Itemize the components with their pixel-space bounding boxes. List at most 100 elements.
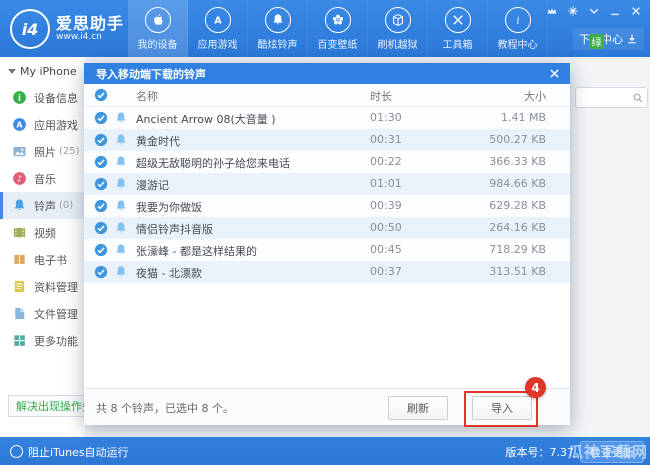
sidebar-item[interactable]: ♪ 音乐: [0, 165, 85, 192]
topbar: i4 爱思助手 www.i4.cn 我的设备 A 应用游戏: [0, 0, 650, 57]
info-icon: i: [505, 7, 531, 33]
chevron-down-icon[interactable]: [588, 5, 600, 17]
sidebar-item[interactable]: 资料管理: [0, 273, 85, 300]
row-checkbox[interactable]: [94, 111, 108, 125]
sidebar-item[interactable]: A 应用游戏: [0, 111, 85, 138]
sidebar-item[interactable]: 电子书: [0, 246, 85, 273]
ringtone-size: 718.29 KB: [489, 243, 546, 256]
sidebar-item-label: 照片: [34, 144, 56, 160]
app-logo: i4 爱思助手 www.i4.cn: [10, 9, 124, 49]
table-row[interactable]: 漫游记 01:01 984.66 KB: [84, 173, 570, 195]
row-checkbox[interactable]: [94, 177, 108, 191]
refresh-button[interactable]: 刷新: [388, 396, 448, 420]
table-row[interactable]: Ancient Arrow 08(大音量 ) 01:30 1.41 MB: [84, 107, 570, 129]
table-row[interactable]: 张濠峰 - 都是这样结果的 00:45 718.29 KB: [84, 239, 570, 261]
ringtone-size: 500.27 KB: [489, 133, 546, 146]
app-url: www.i4.cn: [56, 33, 124, 43]
close-icon[interactable]: [630, 5, 642, 17]
sidebar-item[interactable]: 照片 (25): [0, 138, 85, 165]
ringtone-size: 1.41 MB: [501, 111, 546, 124]
svg-text:i: i: [516, 15, 519, 26]
dialog-footer: 共 8 个铃声，已选中 8 个。 刷新 导入 4: [84, 388, 570, 425]
sidebar-item-label: 文件管理: [34, 306, 78, 322]
i4-logo-icon: i4: [10, 9, 50, 49]
bell-icon: [114, 177, 128, 191]
chevron-down-icon: [8, 69, 16, 74]
ringtone-duration: 00:31: [370, 133, 402, 146]
ringtone-size: 366.33 KB: [489, 155, 546, 168]
table-row[interactable]: 情侣铃声抖音版 00:50 264.16 KB: [84, 217, 570, 239]
sidebar-item[interactable]: 视频: [0, 219, 85, 246]
ringtone-name: 情侣铃声抖音版: [136, 221, 355, 237]
ringtone-duration: 00:39: [370, 199, 402, 212]
grid-icon: [12, 333, 27, 348]
row-checkbox[interactable]: [94, 155, 108, 169]
row-checkbox[interactable]: [94, 265, 108, 279]
sidebar-item-label: 视频: [34, 225, 56, 241]
table-row[interactable]: 我要为你做饭 00:39 629.28 KB: [84, 195, 570, 217]
column-name: 名称: [136, 88, 158, 104]
dialog-titlebar: 导入移动端下载的铃声: [84, 63, 570, 84]
photo-icon: [12, 144, 27, 159]
device-node[interactable]: My iPhone: [0, 57, 85, 84]
sidebar-item-label: 音乐: [34, 171, 56, 187]
sidebar-item[interactable]: 文件管理: [0, 300, 85, 327]
table-row[interactable]: 黄金时代 00:31 500.27 KB: [84, 129, 570, 151]
nav-item-label: 教程中心: [498, 36, 538, 51]
sidebar-item[interactable]: 更多功能: [0, 327, 85, 354]
statusbar: 阻止iTunes自动运行 版本号：7.37 检查更新: [0, 437, 650, 465]
table-header: 名称 时长 大小: [84, 84, 570, 107]
check-update-button[interactable]: 检查更新: [580, 441, 644, 463]
sidebar-item[interactable]: i 设备信息: [0, 84, 85, 111]
itunes-autorun-label: 阻止iTunes自动运行: [28, 444, 129, 460]
search-icon: [632, 92, 644, 104]
nav-item[interactable]: i 教程中心: [488, 0, 548, 57]
select-all-checkbox[interactable]: [94, 88, 108, 102]
crown-icon[interactable]: [546, 5, 558, 17]
cube-icon: [385, 7, 411, 33]
search-box[interactable]: [575, 87, 648, 108]
table-row[interactable]: 夜猫 - 北漂款 00:37 313.51 KB: [84, 261, 570, 283]
nav-item-label: 工具箱: [443, 36, 473, 51]
ringtone-name: 张濠峰 - 都是这样结果的: [136, 243, 355, 259]
search-input[interactable]: [576, 92, 632, 103]
app-window: i4 爱思助手 www.i4.cn 我的设备 A 应用游戏: [0, 0, 650, 465]
sidebar-items: i 设备信息 A 应用游戏 照片 (25) ♪: [0, 84, 85, 354]
gear-icon[interactable]: [567, 5, 579, 17]
info-circle-icon: i: [12, 90, 27, 105]
column-size: 大小: [524, 88, 546, 104]
nav-item[interactable]: 百变壁纸: [308, 0, 368, 57]
download-center-button[interactable]: 下载中心: [573, 28, 644, 50]
ringtone-name: 我要为你做饭: [136, 199, 355, 215]
row-checkbox[interactable]: [94, 221, 108, 235]
row-checkbox[interactable]: [94, 199, 108, 213]
sidebar-item[interactable]: 铃声 (0): [0, 192, 85, 219]
annotation-step-badge: 4: [525, 377, 546, 398]
ringtone-duration: 00:50: [370, 221, 402, 234]
nav-item-label: 百变壁纸: [318, 36, 358, 51]
nav-item[interactable]: 我的设备: [128, 0, 188, 57]
itunes-autorun-checkbox[interactable]: [10, 445, 23, 458]
apple-icon: [145, 7, 171, 33]
table-row[interactable]: 超级无敌聪明的孙子给您来电话 00:22 366.33 KB: [84, 151, 570, 173]
nav-item[interactable]: 工具箱: [428, 0, 488, 57]
import-button[interactable]: 导入: [472, 396, 532, 420]
app-title: 爱思助手: [56, 15, 124, 33]
row-checkbox[interactable]: [94, 243, 108, 257]
column-duration: 时长: [370, 88, 392, 104]
minimize-icon[interactable]: [609, 5, 621, 17]
bell-icon: [114, 133, 128, 147]
version-label: 版本号：7.37: [506, 444, 575, 460]
flower-icon: [325, 7, 351, 33]
close-icon[interactable]: [548, 67, 561, 80]
row-checkbox[interactable]: [94, 133, 108, 147]
nav-item-label: 我的设备: [138, 36, 178, 51]
bell-icon: [114, 221, 128, 235]
ringtone-name: 夜猫 - 北漂款: [136, 265, 355, 281]
nav-item[interactable]: 刷机越狱: [368, 0, 428, 57]
book-icon: [12, 252, 27, 267]
nav-item[interactable]: 酷炫铃声: [248, 0, 308, 57]
sidebar-item-count: (0): [59, 200, 73, 211]
nav-item[interactable]: A 应用游戏: [188, 0, 248, 57]
sidebar-item-label: 资料管理: [34, 279, 78, 295]
